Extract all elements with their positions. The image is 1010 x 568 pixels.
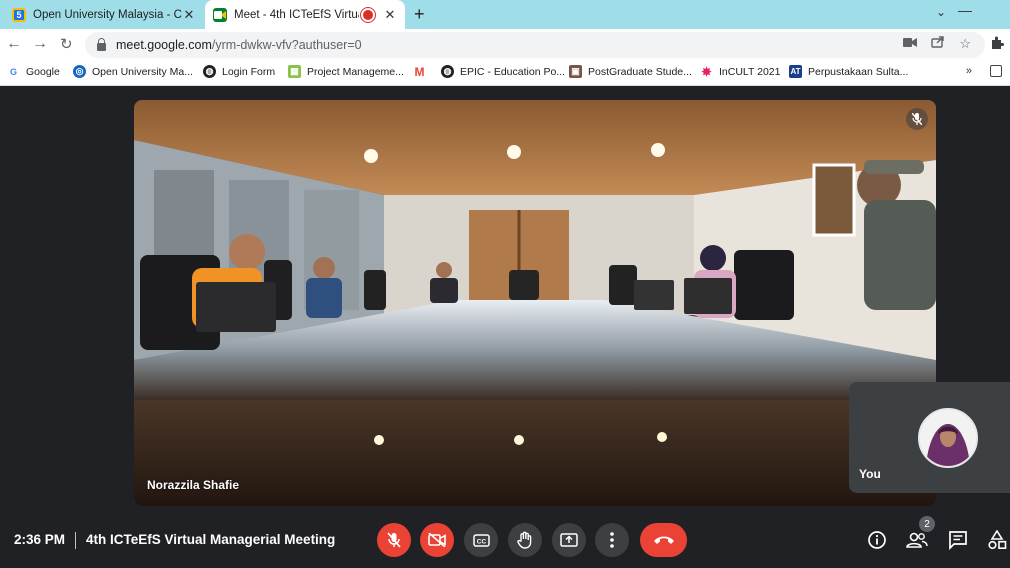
- bookmark-label: Perpustakaan Sulta...: [808, 65, 909, 78]
- participant-video-tile[interactable]: Norazzila Shafie: [134, 100, 936, 506]
- tab-meet[interactable]: Meet - 4th ICTeEfS Virtual M ✕: [205, 0, 405, 29]
- people-icon: [906, 532, 928, 548]
- self-view-tile[interactable]: You: [849, 382, 1010, 493]
- bookmark-label: PostGraduate Stude...: [588, 65, 692, 78]
- present-icon: [560, 533, 578, 547]
- reading-list-icon[interactable]: [990, 65, 1002, 77]
- bookmark-oum[interactable]: ◎ Open University Ma...: [73, 65, 193, 78]
- toggle-microphone-button[interactable]: [377, 523, 411, 557]
- chat-icon: [949, 531, 967, 550]
- oum-icon: ◎: [73, 65, 86, 78]
- meet-favicon-icon: [213, 7, 227, 22]
- meet-stage: Norazzila Shafie You: [0, 86, 1010, 520]
- meeting-clock: 2:36 PM: [14, 532, 66, 547]
- extensions-puzzle-icon[interactable]: [990, 36, 1004, 53]
- bookmark-label: EPIC - Education Po...: [460, 65, 566, 78]
- new-tab-button[interactable]: +: [414, 4, 425, 25]
- leave-call-button[interactable]: [640, 523, 687, 557]
- bookmark-label: Open University Ma...: [92, 65, 193, 78]
- muted-mic-icon: [906, 108, 928, 130]
- globe-icon: ◍: [203, 65, 216, 78]
- reload-icon[interactable]: ↻: [60, 35, 73, 53]
- hand-icon: [517, 531, 532, 549]
- captions-button[interactable]: CC: [464, 523, 498, 557]
- tab-title: Meet - 4th ICTeEfS Virtual M: [234, 8, 359, 21]
- avatar: [918, 408, 978, 468]
- mic-off-icon: [387, 532, 401, 548]
- closed-captions-icon: CC: [472, 533, 490, 547]
- bookmark-label: Login Form: [222, 65, 276, 78]
- incult-icon: ✸: [701, 64, 712, 79]
- participant-count-badge: 2: [919, 516, 935, 532]
- bookmark-login-form[interactable]: ◍ Login Form: [203, 65, 275, 78]
- url-host: meet.google.com: [116, 38, 212, 52]
- tab-calendar[interactable]: 5 Open University Malaysia - Calen ✕: [4, 0, 204, 29]
- url-path: /yrm-dwkw-vfv?authuser=0: [211, 38, 362, 52]
- more-options-button[interactable]: [595, 523, 629, 557]
- activities-button[interactable]: [985, 528, 1009, 552]
- bookmark-label: InCULT 2021: [719, 65, 781, 78]
- minimize-icon[interactable]: —: [958, 2, 972, 18]
- more-vert-icon: [610, 532, 614, 548]
- globe-icon: ◍: [441, 65, 454, 78]
- present-screen-button[interactable]: [552, 523, 586, 557]
- bookmark-postgraduate[interactable]: ▣ PostGraduate Stude...: [569, 65, 692, 78]
- activities-shapes-icon: [988, 530, 1007, 550]
- library-icon: AT: [789, 65, 802, 78]
- bookmark-epic[interactable]: ◍ EPIC - Education Po...: [441, 65, 565, 78]
- back-arrow-icon[interactable]: ←: [6, 35, 22, 53]
- bookmark-label: Project Manageme...: [307, 65, 404, 78]
- postgrad-icon: ▣: [569, 65, 582, 78]
- chat-button[interactable]: [946, 528, 970, 552]
- hang-up-icon: [653, 536, 674, 544]
- tab-search-icon[interactable]: ⌄: [936, 5, 946, 19]
- conference-room-video: [134, 100, 936, 506]
- project-icon: ▦: [288, 65, 301, 78]
- camera-off-icon: [428, 533, 446, 547]
- self-label: You: [859, 467, 881, 481]
- bookmark-project-management[interactable]: ▦ Project Manageme...: [288, 65, 404, 78]
- bookmark-google[interactable]: G Google: [7, 65, 60, 78]
- google-icon: G: [9, 66, 17, 77]
- share-icon[interactable]: [931, 36, 945, 52]
- bookmarks-bar: G Google ◎ Open University Ma... ◍ Login…: [0, 61, 1010, 86]
- info-icon: [868, 531, 886, 549]
- browser-tab-strip: 5 Open University Malaysia - Calen ✕ Mee…: [0, 0, 1010, 29]
- bookmark-incult[interactable]: ✸ InCULT 2021: [700, 64, 781, 79]
- divider: [75, 532, 76, 549]
- calendar-favicon-icon: 5: [12, 7, 26, 22]
- more-bookmarks-button[interactable]: »: [966, 65, 972, 77]
- address-bar[interactable]: meet.google.com/yrm-dwkw-vfv?authuser=0 …: [85, 32, 985, 58]
- gmail-icon: M: [414, 64, 425, 79]
- close-tab-icon[interactable]: ✕: [182, 7, 196, 23]
- browser-toolbar: ← → ↻ meet.google.com/yrm-dwkw-vfv?authu…: [0, 29, 1010, 61]
- participant-name: Norazzila Shafie: [147, 478, 240, 492]
- bookmark-library[interactable]: AT Perpustakaan Sulta...: [789, 65, 908, 78]
- forward-arrow-icon[interactable]: →: [32, 35, 48, 53]
- tab-title: Open University Malaysia - Calen: [33, 8, 182, 21]
- toggle-camera-button[interactable]: [420, 523, 454, 557]
- raise-hand-button[interactable]: [508, 523, 542, 557]
- camera-blocked-icon[interactable]: [903, 36, 918, 52]
- lock-icon[interactable]: [97, 38, 106, 51]
- svg-text:CC: CC: [476, 538, 486, 545]
- meet-control-bar: 2:36 PM 4th ICTeEfS Virtual Managerial M…: [0, 516, 1010, 568]
- bookmark-star-icon[interactable]: ☆: [959, 36, 971, 52]
- meeting-details-button[interactable]: [865, 528, 889, 552]
- bookmark-label: Google: [26, 65, 60, 78]
- recording-indicator-icon: [363, 9, 373, 20]
- close-tab-icon[interactable]: ✕: [383, 7, 397, 23]
- meeting-title: 4th ICTeEfS Virtual Managerial Meeting: [86, 532, 336, 547]
- bookmark-gmail[interactable]: M: [413, 64, 432, 79]
